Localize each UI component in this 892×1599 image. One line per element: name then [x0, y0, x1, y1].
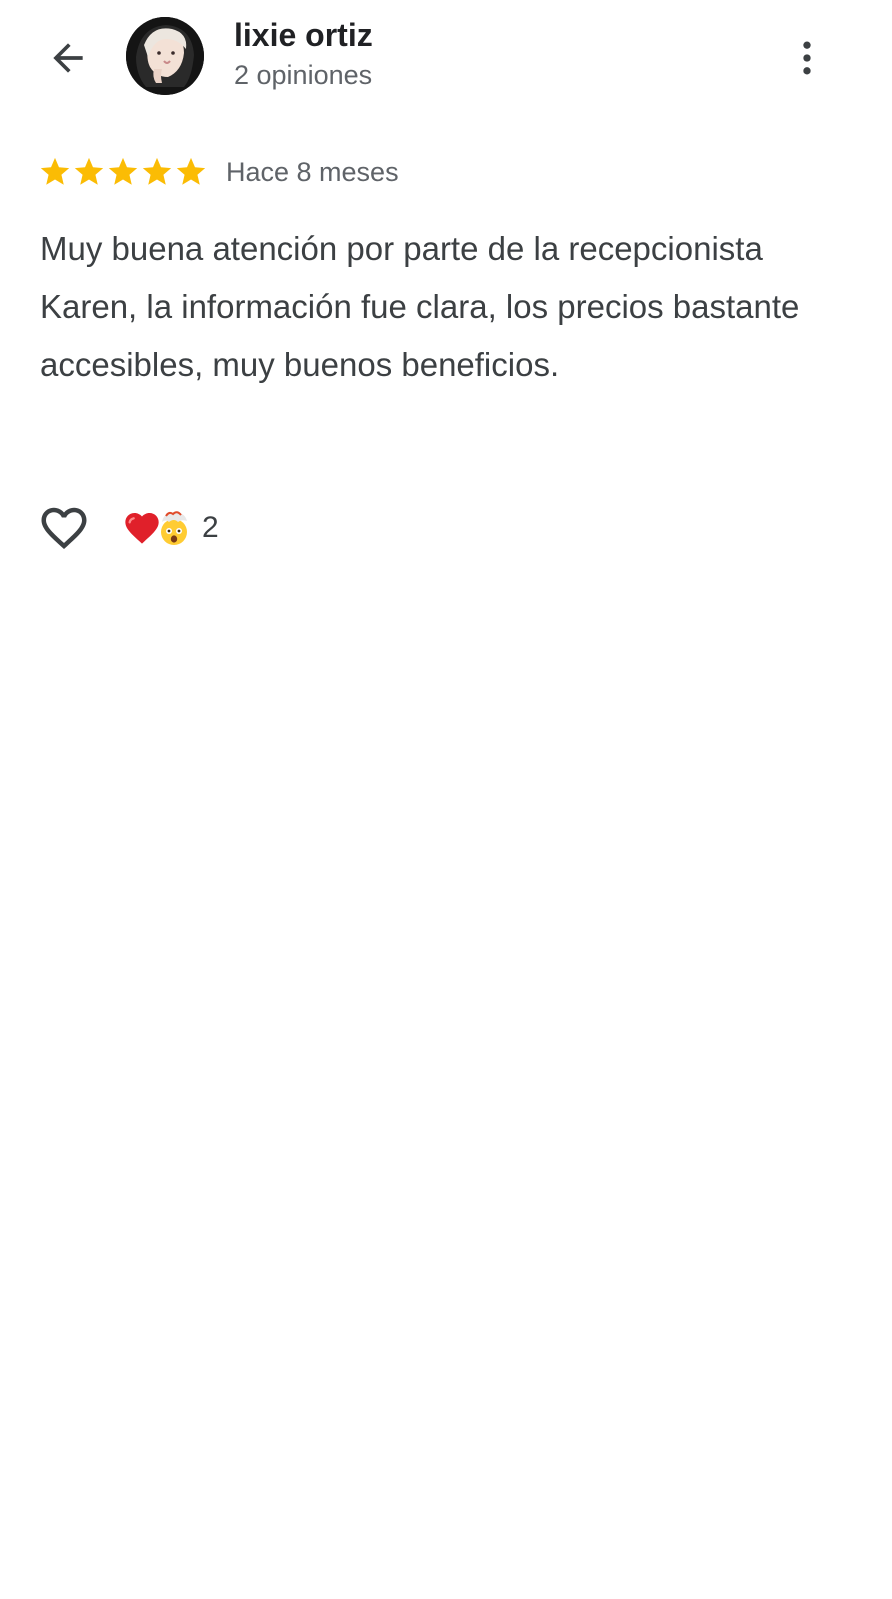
review-text: Muy buena atención por parte de la recep… [40, 230, 800, 383]
heart-outline-icon [41, 507, 87, 550]
reactions-summary[interactable]: 2 [122, 508, 219, 548]
review-header: lixie ortiz 2 opiniones [0, 0, 892, 120]
avatar[interactable] [126, 17, 204, 95]
rating-row: Hace 8 meses [38, 152, 399, 192]
star-rating [38, 155, 208, 189]
more-vert-icon [803, 41, 811, 75]
arrow-back-icon [53, 43, 83, 73]
star-icon [142, 157, 172, 185]
avatar-photo [126, 17, 204, 95]
reviewer-review-count: 2 opiniones [234, 60, 373, 90]
star-icon [40, 157, 70, 185]
star-icon [74, 157, 104, 185]
exploding-head-emoji [161, 511, 187, 545]
review-actions: 2 [36, 500, 219, 556]
reaction-count: 2 [202, 511, 219, 544]
reviewer-name[interactable]: lixie ortiz [234, 17, 373, 54]
back-button[interactable] [40, 30, 96, 86]
review-date: Hace 8 meses [226, 156, 399, 187]
more-options-button[interactable] [785, 30, 829, 86]
star-icon [108, 157, 138, 185]
star-icon [176, 157, 206, 185]
like-button[interactable] [36, 500, 92, 556]
